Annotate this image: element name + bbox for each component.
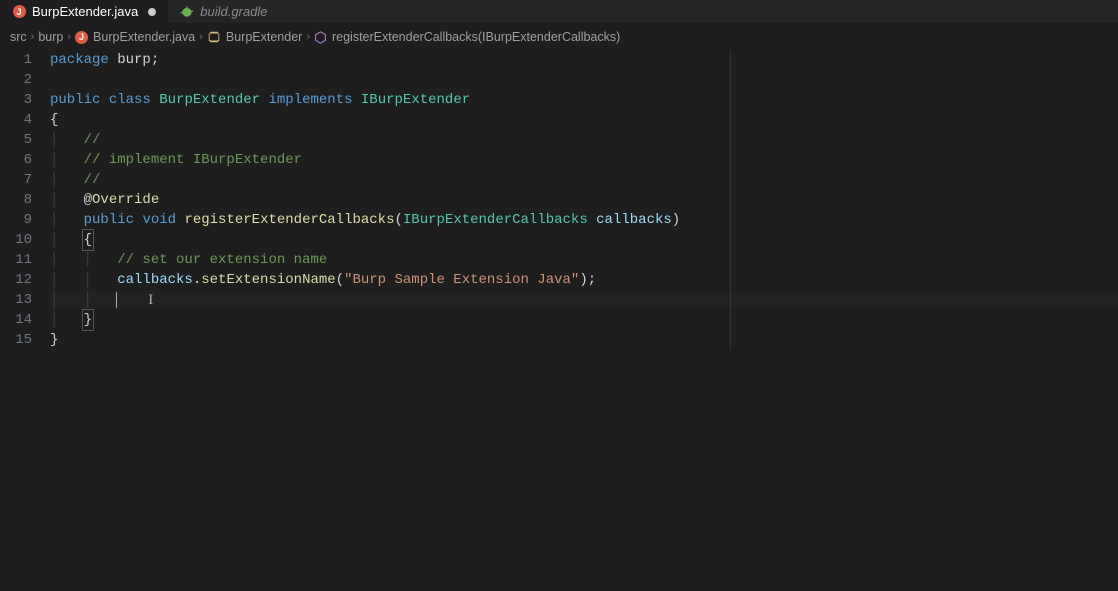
method-icon: [314, 31, 327, 44]
breadcrumb-segment-src[interactable]: src: [10, 30, 27, 44]
tab-build-gradle[interactable]: build.gradle: [168, 0, 279, 23]
breadcrumb-segment-class[interactable]: BurpExtender: [207, 30, 302, 44]
tab-burpextender-java[interactable]: J BurpExtender.java: [0, 0, 168, 23]
breadcrumb-segment-file[interactable]: J BurpExtender.java: [75, 30, 195, 44]
line-number-gutter: 12345 678910 1112131415: [0, 50, 50, 350]
tab-bar: J BurpExtender.java build.gradle: [0, 0, 1118, 24]
chevron-right-icon: ›: [306, 31, 310, 43]
java-file-icon: J: [12, 5, 26, 19]
dirty-indicator-icon: [148, 8, 156, 16]
code-editor[interactable]: 12345 678910 1112131415 package burp; pu…: [0, 50, 1118, 350]
java-file-icon: J: [75, 31, 88, 44]
breadcrumb-segment-burp[interactable]: burp: [38, 30, 63, 44]
gradle-file-icon: [180, 5, 194, 19]
breadcrumb: src › burp › J BurpExtender.java › BurpE…: [0, 24, 1118, 50]
chevron-right-icon: ›: [31, 31, 35, 43]
class-icon: [207, 30, 221, 44]
breadcrumb-segment-method[interactable]: registerExtenderCallbacks(IBurpExtenderC…: [314, 30, 620, 44]
tab-label: BurpExtender.java: [32, 4, 138, 19]
chevron-right-icon: ›: [199, 31, 203, 43]
chevron-right-icon: ›: [67, 31, 71, 43]
i-beam-icon: I: [148, 290, 153, 310]
code-area[interactable]: package burp; public class BurpExtender …: [50, 50, 1118, 350]
tab-label: build.gradle: [200, 4, 267, 19]
text-cursor: [116, 292, 117, 308]
